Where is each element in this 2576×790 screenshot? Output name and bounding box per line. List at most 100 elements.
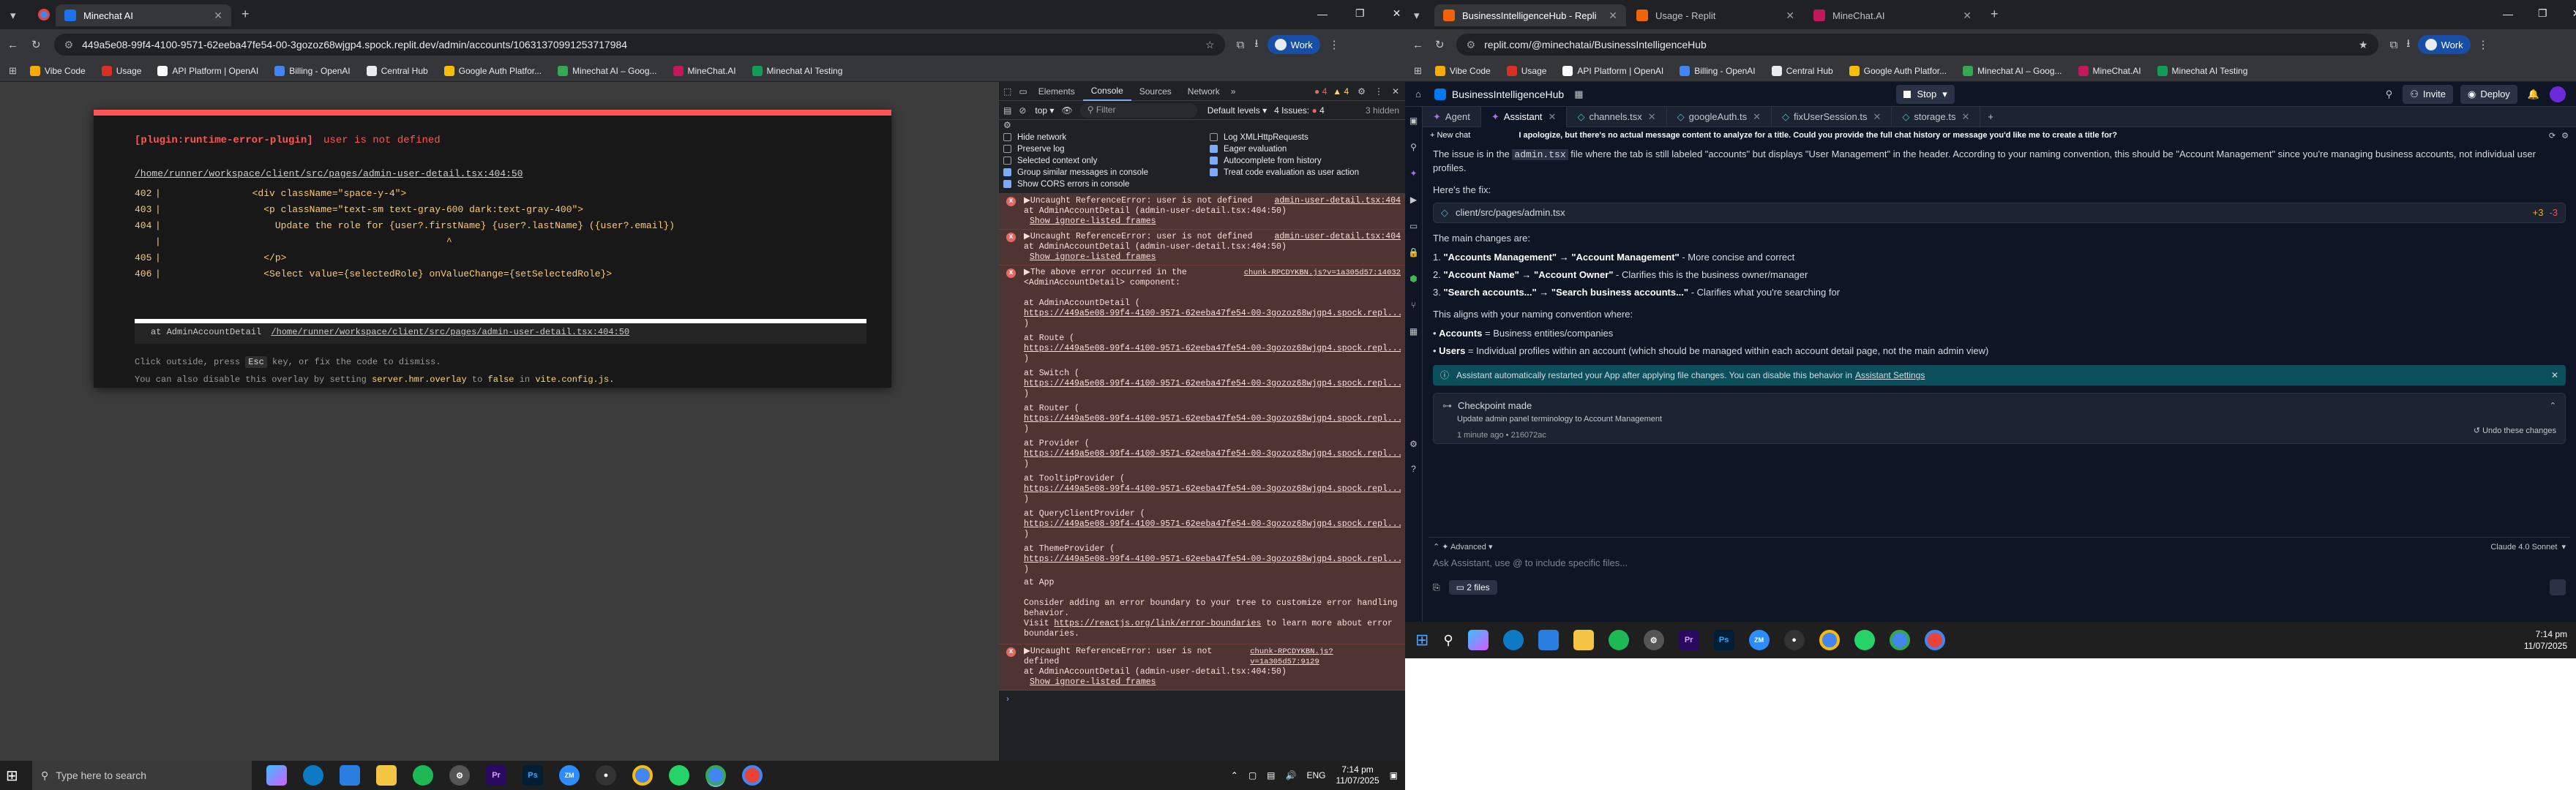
settings-icon[interactable]: ⚙ [449, 765, 470, 786]
premiere-icon[interactable]: Pr [1678, 630, 1699, 650]
minimize-icon[interactable]: — [1317, 8, 1328, 20]
clear-console-icon[interactable]: ⊘ [1019, 105, 1026, 116]
bookmark-item[interactable]: Billing - OpenAI [274, 65, 351, 76]
zoom-icon[interactable]: ZM [559, 765, 580, 786]
console-filter[interactable]: ⚲ Filter [1079, 102, 1197, 118]
dismiss-notice-icon[interactable]: ✕ [2551, 369, 2558, 382]
editor-tab[interactable]: ◇ fixUserSession.ts ✕ [1772, 106, 1892, 127]
checkbox[interactable] [1003, 168, 1011, 177]
component-error-src[interactable]: chunk-RPCDYKBN.js?v=1a305d57:14032 [1244, 268, 1401, 278]
layout-icon[interactable]: ▦ [1574, 89, 1583, 100]
device-toggle-icon[interactable]: ▭ [1019, 86, 1027, 97]
apps-grid-icon[interactable]: ⊞ [9, 65, 17, 77]
chrome-icon[interactable] [632, 765, 653, 786]
checkbox[interactable] [1003, 133, 1011, 142]
last-error-src[interactable]: chunk-RPCDYKBN.js?v=1a305d57:9129 [1250, 647, 1401, 667]
error-message[interactable]: ▶Uncaught ReferenceError: user is not de… [1024, 232, 1253, 242]
tab-console[interactable]: Console [1082, 82, 1131, 101]
bookmark-item[interactable]: Minechat AI Testing [2157, 65, 2247, 76]
close-tab-icon[interactable]: ✕ [1549, 111, 1557, 123]
tab-usage[interactable]: Usage - Replit ✕ [1628, 4, 1803, 26]
sidebar-toggle-icon[interactable]: ▤ [1003, 105, 1011, 116]
address-bar[interactable]: ⚙ 449a5e08-99f4-4100-9571-62eeba47fe54-0… [53, 34, 1225, 56]
levels-select[interactable]: Default levels ▾ [1208, 105, 1267, 116]
bookmark-item[interactable]: Minechat AI – Goog... [1963, 65, 2062, 76]
devtools-more-icon[interactable]: ⋮ [1374, 86, 1383, 97]
search-tool-icon[interactable]: ⚲ [1405, 142, 1422, 152]
stack-frame-url[interactable]: https://449a5e08-99f4-4100-9571-62eeba47… [1024, 519, 1401, 530]
editor-tab[interactable]: ◇ channels.tsx ✕ [1567, 106, 1667, 127]
store-icon[interactable] [340, 765, 360, 786]
help-icon[interactable]: ? [1405, 464, 1422, 474]
stack-frame-url[interactable]: https://449a5e08-99f4-4100-9571-62eeba47… [1024, 449, 1401, 459]
minimize-icon[interactable]: — [2503, 8, 2513, 20]
chrome-profile-icon[interactable] [705, 765, 726, 786]
vite-error-overlay[interactable]: [plugin:runtime-error-plugin] user is no… [94, 110, 891, 388]
maximize-icon[interactable]: ❐ [1355, 7, 1365, 20]
tab-network[interactable]: Network [1180, 82, 1228, 101]
tab-search-icon[interactable]: ▾ [10, 9, 16, 22]
console-option[interactable]: Hide network [1003, 132, 1210, 143]
chrome-icon[interactable] [1819, 630, 1840, 650]
tab-sources[interactable]: Sources [1131, 82, 1180, 101]
obs-icon[interactable]: ● [596, 765, 616, 786]
back-icon[interactable]: ← [1412, 39, 1423, 51]
tray-language[interactable]: ENG [1306, 770, 1325, 780]
maximize-icon[interactable]: ❐ [2538, 7, 2547, 20]
model-select[interactable]: Claude 4.0 Sonnet [2490, 543, 2557, 552]
stack-frame-url[interactable]: https://449a5e08-99f4-4100-9571-62eeba47… [1024, 309, 1401, 319]
assistant-settings-link[interactable]: Assistant Settings [1855, 369, 1925, 382]
bookmark-star-icon[interactable]: ★ [2359, 39, 2368, 51]
bookmark-item[interactable]: MineChat.AI [673, 65, 736, 76]
close-tab-icon[interactable]: ✕ [1873, 111, 1881, 123]
error-source[interactable]: admin-user-detail.tsx:404 [1274, 196, 1401, 206]
repl-name[interactable]: BusinessIntelligenceHub [1452, 89, 1564, 100]
tray-app-icon[interactable]: ▢ [1248, 770, 1257, 780]
stack-file[interactable]: /home/runner/workspace/client/src/pages/… [271, 327, 629, 337]
bookmark-item[interactable]: Central Hub [366, 65, 428, 76]
checkbox[interactable] [1210, 157, 1218, 165]
files-icon[interactable]: ▣ [1405, 116, 1422, 126]
checkbox[interactable] [1003, 145, 1011, 154]
apps-grid-icon[interactable]: ⊞ [1414, 65, 1422, 77]
checkbox[interactable] [1003, 157, 1011, 165]
tray-clock[interactable]: 7:14 pm 11/07/2025 [1336, 764, 1379, 786]
tray-network-icon[interactable]: ▤ [1267, 770, 1275, 780]
checkbox[interactable] [1210, 145, 1218, 154]
file-diff-card[interactable]: ◇ client/src/pages/admin.tsx +3 -3 [1433, 203, 2566, 223]
console-option[interactable]: Treat code evaluation as user action [1210, 167, 1400, 178]
console-option[interactable]: Log XMLHttpRequests [1210, 132, 1400, 143]
reload-icon[interactable]: ↻ [31, 38, 41, 51]
search-icon[interactable]: ⚲ [2386, 89, 2393, 100]
spotify-icon[interactable] [413, 765, 433, 786]
file-explorer-icon[interactable] [376, 765, 397, 786]
search-icon[interactable]: ⚲ [1443, 633, 1453, 648]
bookmark-item[interactable]: Usage [101, 65, 141, 76]
console-tool-icon[interactable]: ▭ [1405, 221, 1422, 231]
start-button[interactable]: ⊞ [1415, 631, 1429, 650]
address-bar[interactable]: ⚙ replit.com/@minechatai/BusinessIntelli… [1456, 34, 2378, 56]
photoshop-icon[interactable]: Ps [523, 765, 543, 786]
bookmark-item[interactable]: MineChat.AI [2078, 65, 2141, 76]
deploy-button[interactable]: ◉ Deploy [2460, 84, 2517, 104]
taskbar-search[interactable]: ⚲ Type here to search [32, 761, 252, 790]
checkpoint-expand-icon[interactable]: ⌃ [2550, 399, 2556, 413]
edge-icon[interactable] [1502, 630, 1524, 650]
copilot-icon[interactable] [1467, 630, 1489, 650]
git-tool-icon[interactable]: ⑂ [1405, 300, 1422, 310]
home-icon[interactable]: ⌂ [1415, 89, 1421, 99]
close-tab-icon[interactable]: ✕ [1753, 111, 1761, 123]
premiere-icon[interactable]: Pr [486, 765, 506, 786]
bookmark-item[interactable]: Central Hub [1771, 65, 1833, 76]
visit-link[interactable]: https://reactjs.org/link/error-boundarie… [1054, 619, 1261, 628]
file-explorer-icon[interactable] [1573, 630, 1594, 650]
stack-frame-url[interactable]: https://449a5e08-99f4-4100-9571-62eeba47… [1024, 484, 1401, 494]
checkbox[interactable] [1210, 168, 1218, 177]
more-menu-icon[interactable]: ⋮ [2478, 38, 2489, 51]
files-chip[interactable]: ▭ 2 files [1448, 580, 1497, 595]
chrome-profile-2-icon[interactable] [742, 765, 763, 786]
notification-icon[interactable]: ▣ [1390, 770, 1398, 780]
photoshop-icon[interactable]: Ps [1713, 630, 1734, 650]
new-chat-button[interactable]: + New chat [1430, 131, 1470, 140]
new-tab-button[interactable]: + [1991, 7, 1999, 22]
